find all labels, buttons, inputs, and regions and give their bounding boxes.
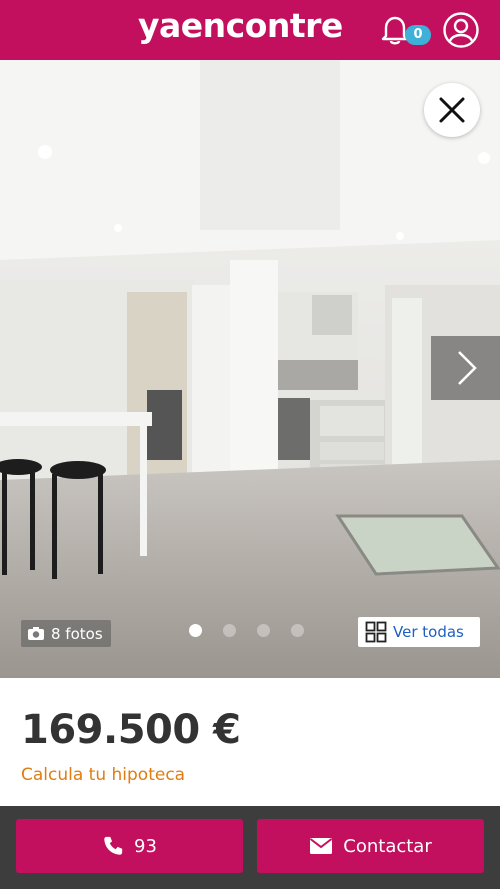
view-all-photos-button[interactable]: Ver todas	[358, 617, 480, 647]
next-photo-button[interactable]	[431, 336, 500, 400]
room-image	[0, 60, 500, 678]
pagination-dot[interactable]	[223, 624, 236, 637]
pagination-dot[interactable]	[257, 624, 270, 637]
call-button-label: 93	[134, 835, 157, 857]
gallery-pagination	[189, 624, 304, 637]
contact-button[interactable]: Contactar	[257, 819, 484, 873]
close-icon	[439, 97, 465, 123]
user-icon[interactable]	[442, 11, 480, 49]
photos-count-badge: 8 fotos	[21, 620, 111, 647]
chevron-right-icon	[458, 351, 477, 385]
listing-photo[interactable]	[0, 60, 500, 678]
listing-price: 169.500 €	[21, 707, 241, 753]
phone-icon	[104, 836, 123, 855]
envelope-icon	[310, 838, 333, 854]
photos-count-label: 8 fotos	[51, 624, 103, 643]
call-button[interactable]: 93	[16, 819, 243, 873]
close-button[interactable]	[424, 83, 480, 137]
notifications-badge: 0	[405, 25, 431, 45]
mortgage-calculator-link[interactable]: Calcula tu hipoteca	[21, 765, 185, 785]
camera-icon	[28, 627, 44, 640]
view-all-label: Ver todas	[393, 623, 464, 641]
app-header: yaencontre 0	[0, 0, 500, 60]
pagination-dot[interactable]	[189, 624, 202, 637]
pagination-dot[interactable]	[291, 624, 304, 637]
logo[interactable]: yaencontre	[138, 6, 343, 45]
contact-button-label: Contactar	[343, 835, 432, 857]
grid-icon	[365, 621, 387, 643]
